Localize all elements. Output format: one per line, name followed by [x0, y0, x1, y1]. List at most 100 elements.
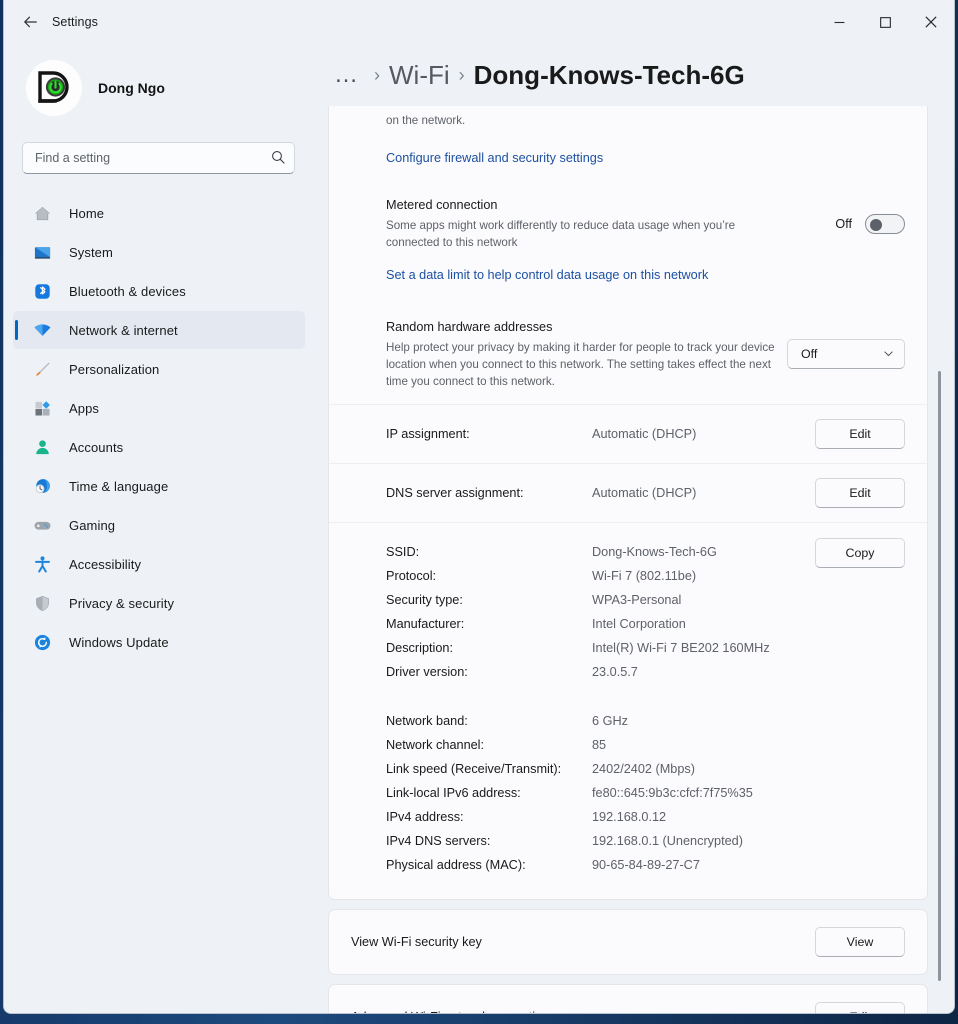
sidebar-item-windows-update[interactable]: Windows Update — [13, 623, 305, 661]
metered-connection-desc: Some apps might work differently to redu… — [386, 217, 776, 251]
sidebar-item-personalization[interactable]: Personalization — [13, 350, 305, 388]
property-key: Link-local IPv6 address: — [386, 781, 592, 805]
sidebar-item-label: Accounts — [69, 440, 123, 455]
property-row: Network channel: 85 — [386, 733, 815, 757]
property-value: 192.168.0.1 (Unencrypted) — [592, 829, 743, 853]
breadcrumb-overflow-button[interactable]: … — [328, 63, 365, 87]
sidebar-item-label: Windows Update — [69, 635, 169, 650]
property-value: 23.0.5.7 — [592, 660, 638, 684]
breadcrumb: … › Wi-Fi › Dong-Knows-Tech-6G — [314, 44, 954, 106]
copy-properties-button[interactable]: Copy — [815, 538, 905, 568]
paintbrush-icon — [31, 358, 53, 380]
close-button[interactable] — [908, 0, 954, 44]
property-row: Driver version: 23.0.5.7 — [386, 660, 815, 684]
accounts-icon — [31, 436, 53, 458]
sidebar-item-accessibility[interactable]: Accessibility — [13, 545, 305, 583]
firewall-section: on the network. Configure firewall and s… — [329, 106, 927, 182]
sidebar-item-label: Bluetooth & devices — [69, 284, 186, 299]
search-container — [22, 142, 296, 174]
property-key: Protocol: — [386, 564, 592, 588]
property-key: SSID: — [386, 540, 592, 564]
sidebar-item-label: Network & internet — [69, 323, 178, 338]
sidebar-item-bluetooth[interactable]: Bluetooth & devices — [13, 272, 305, 310]
sidebar-item-home[interactable]: Home — [13, 194, 305, 232]
vertical-scrollbar[interactable] — [934, 106, 946, 1013]
property-value: 6 GHz — [592, 709, 628, 733]
clock-globe-icon — [31, 475, 53, 497]
sidebar-item-label: Gaming — [69, 518, 115, 533]
network-properties-row: SSID: Dong-Knows-Tech-6G Protocol: Wi-Fi… — [329, 522, 927, 899]
metered-connection-title: Metered connection — [386, 196, 835, 214]
random-hw-selected-value: Off — [801, 347, 817, 361]
minimize-button[interactable] — [816, 0, 862, 44]
security-key-card: View Wi-Fi security key View — [328, 909, 928, 975]
profile-card[interactable]: Dong Ngo — [22, 56, 272, 120]
random-hw-title: Random hardware addresses — [386, 318, 787, 336]
sidebar-item-label: Accessibility — [69, 557, 141, 572]
dns-assignment-row: DNS server assignment: Automatic (DHCP) … — [329, 463, 927, 522]
data-limit-link[interactable]: Set a data limit to help control data us… — [386, 268, 708, 282]
maximize-icon — [880, 17, 891, 28]
property-row: Link speed (Receive/Transmit): 2402/2402… — [386, 757, 815, 781]
profile-name: Dong Ngo — [98, 80, 165, 96]
network-settings-card: on the network. Configure firewall and s… — [328, 106, 928, 900]
property-row: Protocol: Wi-Fi 7 (802.11be) — [386, 564, 815, 588]
property-group-gap — [386, 685, 815, 709]
home-icon — [31, 202, 53, 224]
security-key-label: View Wi-Fi security key — [351, 935, 815, 949]
property-row: SSID: Dong-Knows-Tech-6G — [386, 540, 815, 564]
sidebar-nav: Home System — [13, 194, 305, 661]
sidebar-item-apps[interactable]: Apps — [13, 389, 305, 427]
random-hw-dropdown[interactable]: Off — [787, 339, 905, 369]
random-hw-desc: Help protect your privacy by making it h… — [386, 339, 776, 390]
wifi-icon — [31, 319, 53, 341]
main-panel: … › Wi-Fi › Dong-Knows-Tech-6G on the ne… — [314, 44, 954, 1013]
data-limit-row: Set a data limit to help control data us… — [329, 266, 927, 304]
property-key: IPv4 address: — [386, 805, 592, 829]
dns-assignment-edit-button[interactable]: Edit — [815, 478, 905, 508]
scrollbar-thumb[interactable] — [938, 371, 941, 981]
property-row: Network band: 6 GHz — [386, 709, 815, 733]
sidebar-item-label: Home — [69, 206, 104, 221]
random-hardware-addresses-row: Random hardware addresses Help protect y… — [329, 304, 927, 405]
metered-connection-toggle[interactable] — [865, 214, 905, 234]
edit-advanced-properties-button[interactable]: Edit — [815, 1002, 905, 1013]
property-value: Dong-Knows-Tech-6G — [592, 540, 717, 564]
minimize-icon — [834, 17, 845, 28]
sidebar-item-gaming[interactable]: Gaming — [13, 506, 305, 544]
property-row: Security type: WPA3-Personal — [386, 588, 815, 612]
sidebar-item-network-internet[interactable]: Network & internet — [13, 311, 305, 349]
ip-assignment-edit-button[interactable]: Edit — [815, 419, 905, 449]
settings-window: Settings — [3, 0, 955, 1014]
window-title: Settings — [52, 15, 98, 29]
sidebar-item-system[interactable]: System — [13, 233, 305, 271]
toggle-knob — [870, 219, 882, 231]
property-key: Physical address (MAC): — [386, 853, 592, 877]
user-avatar-logo — [29, 63, 79, 113]
settings-scroll-area[interactable]: on the network. Configure firewall and s… — [314, 106, 954, 1013]
advanced-properties-card: Advanced Wi-Fi network properties Edit — [328, 984, 928, 1013]
property-key: Security type: — [386, 588, 592, 612]
security-key-row: View Wi-Fi security key View — [329, 910, 927, 974]
chevron-down-icon — [883, 348, 894, 359]
sidebar-item-privacy-security[interactable]: Privacy & security — [13, 584, 305, 622]
search-input[interactable] — [22, 142, 295, 174]
view-security-key-button[interactable]: View — [815, 927, 905, 957]
back-button[interactable] — [13, 7, 47, 37]
property-value: 90-65-84-89-27-C7 — [592, 853, 700, 877]
property-value: Wi-Fi 7 (802.11be) — [592, 564, 696, 588]
maximize-button[interactable] — [862, 0, 908, 44]
configure-firewall-link[interactable]: Configure firewall and security settings — [386, 151, 603, 165]
sidebar-item-time-language[interactable]: Time & language — [13, 467, 305, 505]
property-row: Physical address (MAC): 90-65-84-89-27-C… — [386, 853, 815, 877]
property-value: fe80::645:9b3c:cfcf:7f75%35 — [592, 781, 753, 805]
breadcrumb-link-wifi[interactable]: Wi-Fi — [389, 60, 450, 91]
property-value: 192.168.0.12 — [592, 805, 666, 829]
advanced-properties-row: Advanced Wi-Fi network properties Edit — [329, 985, 927, 1013]
update-icon — [31, 631, 53, 653]
property-row: Link-local IPv6 address: fe80::645:9b3c:… — [386, 781, 815, 805]
shield-icon — [31, 592, 53, 614]
dns-assignment-label: DNS server assignment: — [386, 486, 592, 500]
sidebar-item-accounts[interactable]: Accounts — [13, 428, 305, 466]
sidebar-item-label: Time & language — [69, 479, 168, 494]
